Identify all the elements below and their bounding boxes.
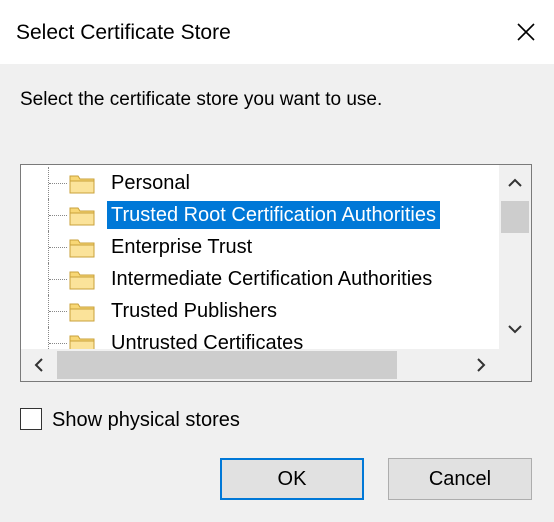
chevron-up-icon (508, 178, 522, 187)
cancel-button[interactable]: Cancel (388, 458, 532, 500)
tree-item-trusted-root[interactable]: Trusted Root Certification Authorities (21, 199, 501, 231)
show-physical-stores-label[interactable]: Show physical stores (52, 406, 240, 434)
chevron-left-icon (34, 358, 43, 372)
dialog-title: Select Certificate Store (16, 21, 231, 44)
scroll-up-button[interactable] (499, 169, 531, 197)
certificate-store-tree[interactable]: Personal Trusted Root Certification Auth… (20, 164, 532, 382)
tree-item-trusted-publishers[interactable]: Trusted Publishers (21, 295, 501, 327)
horizontal-scrollbar[interactable] (21, 349, 499, 381)
ok-button[interactable]: OK (220, 458, 364, 500)
tree-item-enterprise-trust[interactable]: Enterprise Trust (21, 231, 501, 263)
vertical-scrollbar[interactable] (499, 165, 531, 349)
chevron-right-icon (477, 358, 486, 372)
folder-icon (69, 175, 95, 194)
folder-icon (69, 239, 95, 258)
folder-icon (69, 303, 95, 322)
tree-item-personal[interactable]: Personal (21, 167, 501, 199)
scroll-thumb[interactable] (501, 201, 529, 233)
chevron-down-icon (508, 325, 522, 334)
tree-item-label: Trusted Publishers (111, 300, 277, 322)
scroll-down-button[interactable] (499, 315, 531, 343)
scroll-left-button[interactable] (23, 349, 55, 381)
close-button[interactable] (508, 14, 544, 50)
folder-icon (69, 207, 95, 226)
scrollbar-corner (499, 349, 531, 381)
scroll-right-button[interactable] (465, 349, 497, 381)
close-icon (517, 23, 535, 41)
title-bar: Select Certificate Store (0, 0, 554, 64)
tree-item-label: Intermediate Certification Authorities (111, 268, 433, 290)
folder-icon (69, 271, 95, 290)
instruction-text: Select the certificate store you want to… (20, 89, 383, 110)
tree-item-label: Personal (111, 172, 190, 194)
show-physical-stores-checkbox[interactable] (20, 408, 42, 430)
tree-item-label: Trusted Root Certification Authorities (107, 201, 440, 229)
horizontal-scroll-thumb[interactable] (57, 351, 397, 379)
tree-item-intermediate[interactable]: Intermediate Certification Authorities (21, 263, 501, 295)
tree-item-label: Enterprise Trust (111, 236, 253, 258)
